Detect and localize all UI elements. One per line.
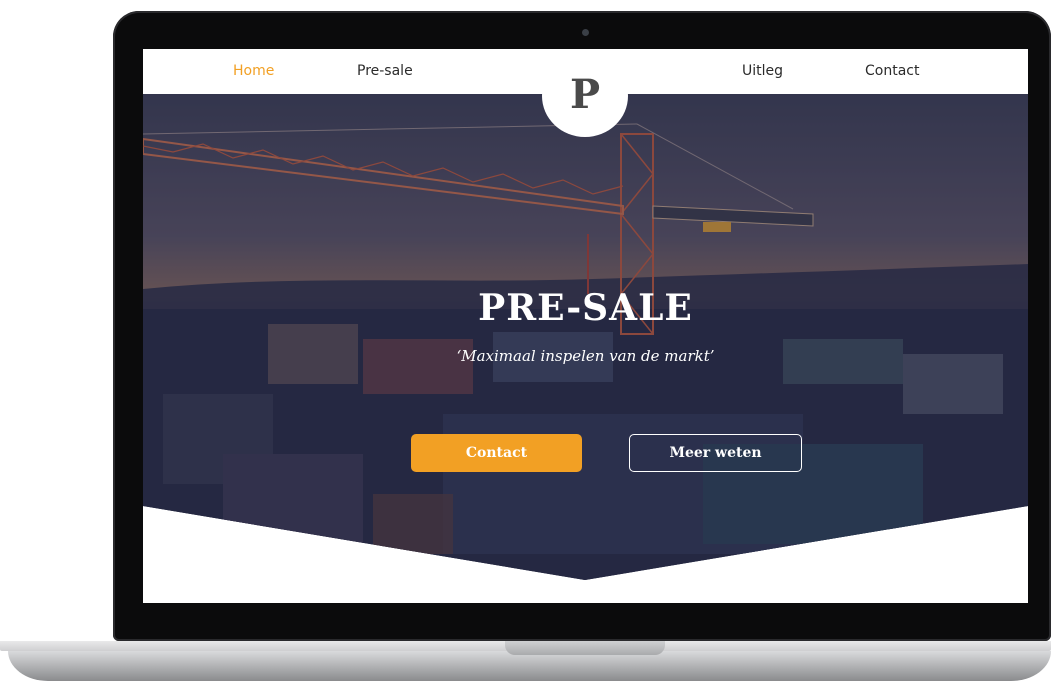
hero-tagline: ‘Maximaal inspelen van de markt’ [456, 347, 715, 365]
learn-more-button[interactable]: Meer weten [629, 434, 802, 472]
nav-link-contact[interactable]: Contact [865, 63, 919, 79]
nav-link-pre-sale[interactable]: Pre-sale [357, 63, 413, 79]
nav-link-uitleg[interactable]: Uitleg [742, 63, 783, 79]
laptop-base [0, 641, 1051, 692]
hero-title: PRE-SALE [478, 287, 693, 329]
laptop-notch [505, 641, 665, 655]
webcam-icon [582, 29, 589, 36]
contact-button[interactable]: Contact [411, 434, 582, 472]
nav-link-home[interactable]: Home [233, 63, 274, 79]
laptop-bottom [8, 651, 1051, 681]
site-logo[interactable]: P [542, 55, 628, 137]
p-monogram-logo-icon: P [569, 70, 601, 118]
website-screen: Home Pre-sale Uitleg Contact P PRE-SALE … [143, 49, 1028, 603]
